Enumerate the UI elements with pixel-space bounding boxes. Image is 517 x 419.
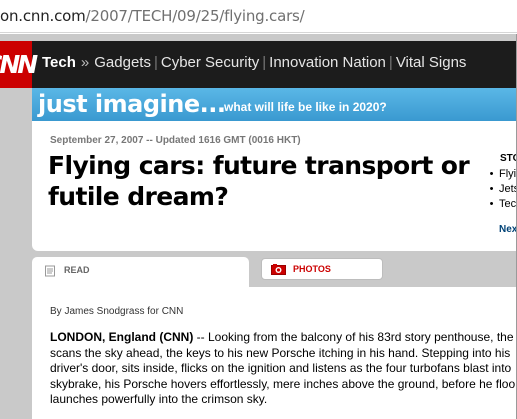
highlight-item: Jets bbox=[484, 182, 517, 197]
body-line: launches powerfully into the crimson sky… bbox=[50, 392, 268, 406]
article-paragraph: LONDON, England (CNN) -- Looking from th… bbox=[50, 330, 517, 408]
highlight-item: Flyi bbox=[484, 167, 517, 182]
nav-divider: | bbox=[262, 54, 267, 71]
logo-text: CNN bbox=[0, 50, 38, 79]
nav-item-gadgets[interactable]: Gadgets bbox=[94, 54, 151, 71]
just-imagine-banner[interactable]: just imagine... what will life be like i… bbox=[32, 88, 517, 121]
tab-photos[interactable]: PHOTOS bbox=[261, 258, 383, 280]
url-text[interactable]: on.cnn.com/2007/TECH/09/25/flying.cars/ bbox=[0, 7, 305, 25]
banner-title: just imagine... bbox=[38, 90, 226, 118]
cnn-logo[interactable]: CNN bbox=[0, 41, 38, 88]
nav-section-tech[interactable]: Tech bbox=[42, 54, 76, 71]
nav-breadcrumb-separator: » bbox=[80, 54, 90, 71]
article-headline: Flying cars: future transport or futile … bbox=[48, 151, 470, 211]
tab-read-label: READ bbox=[64, 265, 90, 275]
highlights-header: STO bbox=[500, 153, 517, 164]
banner-subtitle: what will life be like in 2020? bbox=[224, 100, 387, 114]
next-article-link[interactable]: Nex bbox=[499, 224, 517, 235]
nav-item-cyber-security[interactable]: Cyber Security bbox=[161, 54, 259, 71]
tab-read[interactable]: READ bbox=[32, 257, 249, 287]
nav-divider: | bbox=[153, 54, 158, 71]
camera-icon bbox=[271, 264, 286, 275]
article-byline: By James Snodgrass for CNN bbox=[50, 306, 184, 317]
tab-photos-label: PHOTOS bbox=[293, 264, 331, 274]
address-bar[interactable]: on.cnn.com/2007/TECH/09/25/flying.cars/ bbox=[0, 0, 517, 33]
nav-item-innovation-nation[interactable]: Innovation Nation bbox=[269, 54, 386, 71]
highlight-item: Tec bbox=[484, 197, 517, 212]
section-nav: Tech» Gadgets | Cyber Security | Innovation N… bbox=[42, 54, 466, 71]
nav-item-vital-signs[interactable]: Vital Signs bbox=[396, 54, 467, 71]
body-line: scans the sky ahead, the keys to his new… bbox=[50, 345, 511, 360]
nav-divider: | bbox=[388, 54, 393, 71]
document-icon bbox=[45, 265, 55, 277]
article-dateline: September 27, 2007 -- Updated 1616 GMT (… bbox=[50, 135, 301, 146]
body-line: driver's door, sits inside, flicks on th… bbox=[50, 361, 512, 375]
body-line: skybrake, his Porsche hovers effortlessl… bbox=[50, 376, 516, 391]
dateline-place: LONDON, England (CNN) bbox=[50, 330, 194, 344]
